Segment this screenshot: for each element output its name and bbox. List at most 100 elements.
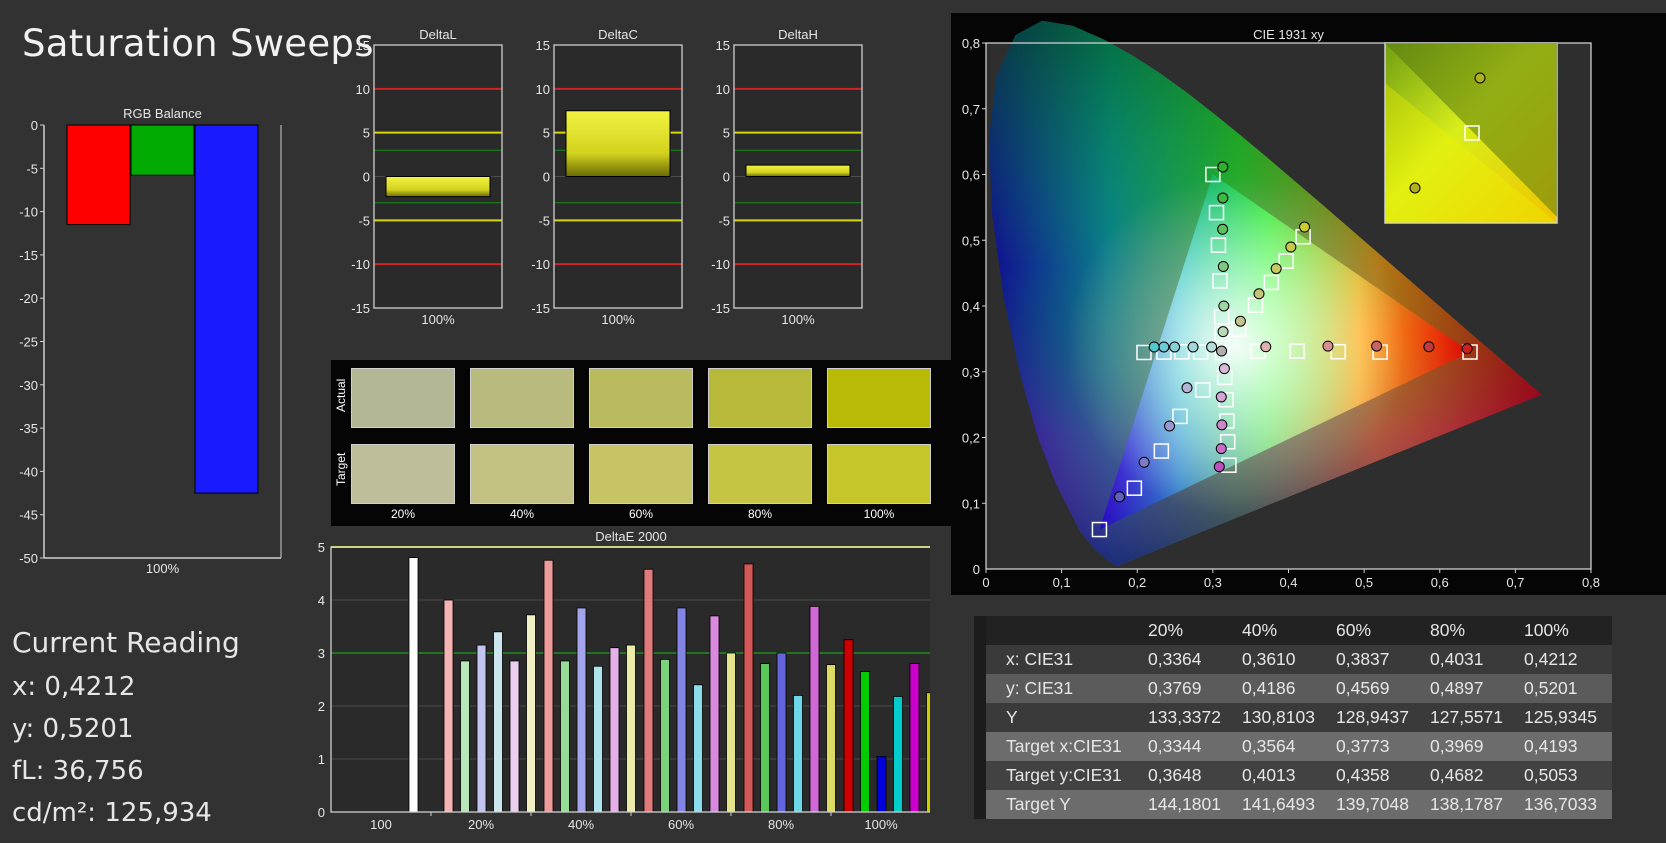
cie-measured-point — [1164, 420, 1176, 432]
cie-measured-point — [1215, 443, 1227, 455]
rgb-y-tick-label: -50 — [19, 551, 38, 566]
delta-e-bar — [709, 615, 720, 813]
delta-l-y-tick-label: -5 — [358, 213, 370, 228]
delta-e-x-tick-label: 80% — [768, 817, 794, 832]
cie-measured-point — [1187, 341, 1199, 353]
delta-l-y-tick-label: -10 — [351, 257, 370, 272]
delta-e-y-tick-label: 3 — [318, 646, 325, 661]
delta-e-y-tick-label: 5 — [318, 540, 325, 555]
table-row: Target Y 144,1801 141,6493 139,7048 138,1787… — [974, 790, 1612, 819]
swatch-actual — [827, 368, 931, 428]
table-cell: 133,3372 — [1142, 703, 1236, 732]
delta-e-bar — [743, 563, 754, 813]
cie-measured-point — [1217, 326, 1229, 338]
table-header-cell — [986, 616, 1142, 645]
delta-e-bar — [793, 694, 803, 813]
table-cell: 0,3773 — [1330, 732, 1424, 761]
table-row-gutter — [974, 616, 986, 645]
swatch-panel: Actual Target 20% 40% 60% 80% 100% — [331, 360, 952, 526]
delta-e-bar — [809, 605, 820, 813]
cie-measured-point — [1215, 391, 1227, 403]
table-cell: 0,3564 — [1236, 732, 1330, 761]
table-cell: 138,1787 — [1424, 790, 1518, 819]
delta-e-bar — [893, 696, 903, 813]
table-row-gutter — [974, 703, 986, 732]
swatch-row-label-actual: Actual — [334, 378, 348, 412]
cie-measured-point — [1181, 382, 1193, 394]
table-cell: 0,4013 — [1236, 761, 1330, 790]
cie-chart: CIE 1931 xy 0 0,1 0,2 0,3 0,4 0,5 0,6 0,7 0,8 0,1 0… — [962, 20, 1600, 590]
delta-e-x-tick-label: 40% — [568, 817, 594, 832]
delta-l-y-tick-label: 0 — [363, 170, 370, 185]
rgb-bar — [194, 124, 259, 494]
delta-e-bar — [593, 665, 603, 813]
cie-measured-point — [1218, 363, 1230, 375]
table-header-cell: 20% — [1142, 616, 1236, 645]
delta-h-y-tick-label: -10 — [711, 257, 730, 272]
delta-e-bar — [443, 599, 454, 813]
table-header-cell: 80% — [1424, 616, 1518, 645]
table-cell: 125,9345 — [1518, 703, 1612, 732]
table-header-row: 20% 40% 60% 80% 100% — [974, 616, 1612, 645]
delta-l-x-tick-label: 100% — [421, 312, 455, 327]
delta-e-bar — [909, 663, 920, 813]
delta-h-y-tick-label: 5 — [723, 126, 730, 141]
delta-e-bar — [843, 639, 854, 813]
table-cell: 0,4569 — [1330, 674, 1424, 703]
cie-y-tick-label: 0,8 — [962, 36, 980, 51]
cie-chart-title: CIE 1931 xy — [1253, 27, 1324, 42]
delta-e-bar — [776, 652, 787, 813]
swatch-actual — [589, 368, 693, 428]
rgb-chart-title: RGB Balance — [123, 106, 202, 121]
delta-l-y-tick-label: 5 — [363, 126, 370, 141]
table-header-cell: 40% — [1236, 616, 1330, 645]
delta-e-bar — [476, 644, 487, 813]
rgb-y-tick-label: -45 — [19, 508, 38, 523]
delta-l-chart-title: DeltaL — [419, 27, 457, 42]
cie-y-tick-label: 0,4 — [962, 299, 980, 314]
delta-e-bar — [660, 658, 670, 813]
delta-e-bar — [676, 607, 687, 813]
table-cell: 0,3648 — [1142, 761, 1236, 790]
swatch-column-label: 40% — [509, 507, 535, 521]
cie-measured-point — [1169, 341, 1181, 353]
cie-zoom-measured-point — [1474, 72, 1486, 84]
table-cell: 136,7033 — [1518, 790, 1612, 819]
cie-x-tick-label: 0,2 — [1128, 575, 1146, 590]
cie-measured-point — [1322, 340, 1334, 352]
delta-h-chart-title: DeltaH — [778, 27, 818, 42]
table-row: Target y:CIE31 0,3648 0,4013 0,4358 0,4682 0,… — [974, 761, 1612, 790]
swatch-target — [827, 444, 931, 504]
cie-x-tick-label: 0,1 — [1053, 575, 1071, 590]
table-cell: 0,5201 — [1518, 674, 1612, 703]
delta-e-bar — [926, 692, 930, 813]
rgb-y-tick-label: -10 — [19, 205, 38, 220]
cie-x-tick-label: 0,6 — [1431, 575, 1449, 590]
table-row-label: x: CIE31 — [986, 645, 1142, 674]
delta-h-bar — [745, 164, 851, 177]
table-row-gutter — [974, 761, 986, 790]
delta-e-bar — [860, 671, 870, 813]
rgb-y-tick-label: -5 — [26, 161, 38, 176]
rgb-y-tick-label: -20 — [19, 291, 38, 306]
cie-measured-point — [1217, 192, 1229, 204]
delta-c-x-tick-label: 100% — [601, 312, 635, 327]
delta-e-bar — [509, 660, 520, 813]
table-cell: 141,6493 — [1236, 790, 1330, 819]
cie-measured-point — [1217, 223, 1229, 235]
cie-y-tick-label: 0,7 — [962, 102, 980, 117]
cie-x-tick-label: 0,4 — [1279, 575, 1297, 590]
reading-y: y: 0,5201 — [12, 714, 134, 744]
table-cell: 0,3969 — [1424, 732, 1518, 761]
cie-measured-point — [1138, 456, 1150, 468]
delta-h-y-tick-label: -5 — [718, 213, 730, 228]
table-cell: 0,4358 — [1330, 761, 1424, 790]
table-row-label: Target Y — [986, 790, 1142, 819]
delta-c-y-tick-label: -15 — [531, 301, 550, 316]
delta-h-y-tick-label: 0 — [723, 170, 730, 185]
cie-measured-point — [1217, 161, 1229, 173]
cie-y-tick-label: 0,5 — [962, 233, 980, 248]
delta-e-y-tick-label: 0 — [318, 805, 325, 820]
cie-y-tick-label: 0,2 — [962, 431, 980, 446]
cie-measured-point — [1461, 343, 1473, 355]
